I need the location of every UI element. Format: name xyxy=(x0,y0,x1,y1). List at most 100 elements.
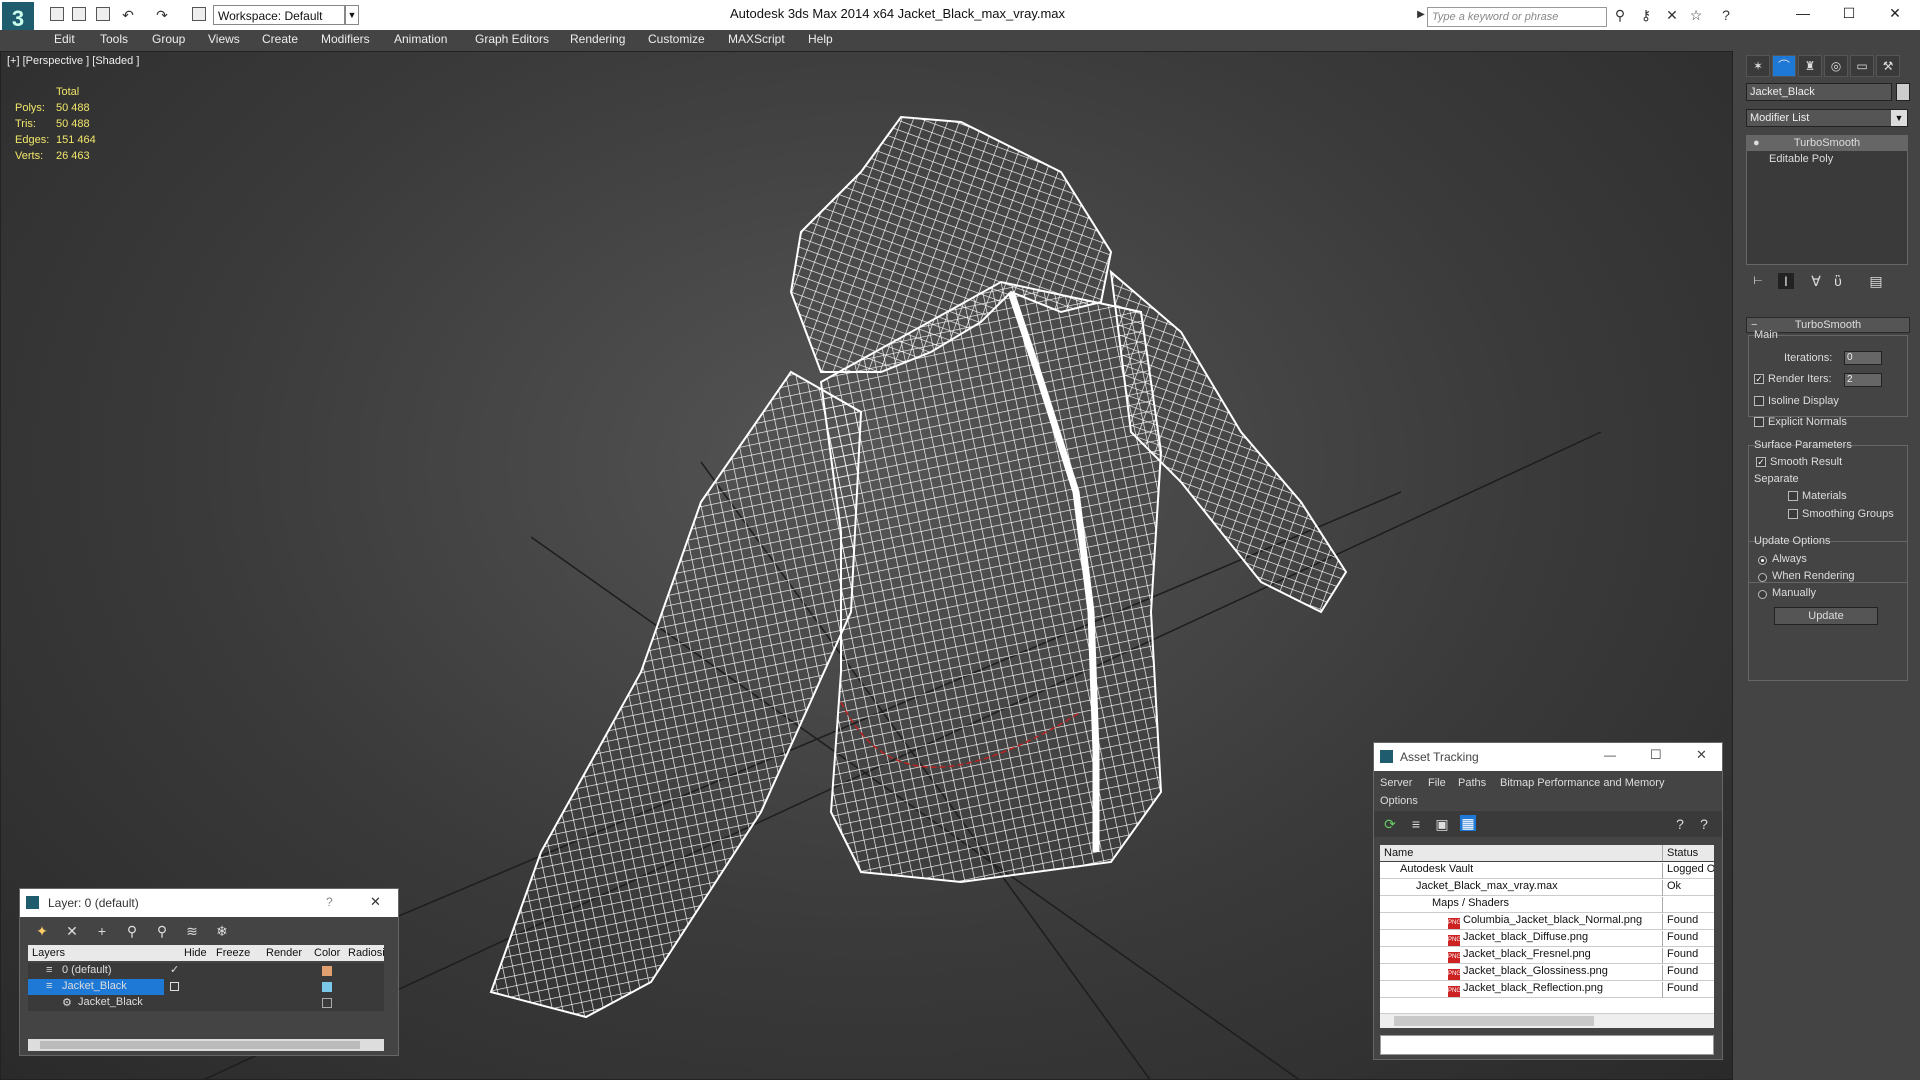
refresh-icon[interactable]: ⟳ xyxy=(1382,816,1398,832)
table-row[interactable]: Autodesk Vault Logged Out xyxy=(1380,862,1714,879)
menu-customize[interactable]: Customize xyxy=(648,32,705,46)
key-icon[interactable]: ⚷ xyxy=(1638,7,1654,23)
render-iters-checkbox[interactable]: ✓ xyxy=(1754,374,1764,384)
layer-row[interactable]: ⚙ Jacket_Black xyxy=(28,995,384,1011)
close-icon[interactable]: ✕ xyxy=(370,894,381,910)
smooth-result-checkbox[interactable]: ✓ xyxy=(1756,457,1766,467)
exchange-icon[interactable]: ✕ xyxy=(1664,7,1680,23)
render-iters-spinner[interactable]: 2 xyxy=(1844,373,1882,387)
asset-menu-file[interactable]: File xyxy=(1428,777,1446,789)
minimize-icon[interactable]: — xyxy=(1780,0,1826,26)
workspace-dropdown[interactable]: Workspace: Default xyxy=(213,5,345,25)
close-icon[interactable]: ✕ xyxy=(1696,747,1707,763)
column-status[interactable]: Status xyxy=(1662,845,1698,861)
pin-stack-icon[interactable]: ⊢ xyxy=(1750,273,1766,289)
close-icon[interactable]: ✕ xyxy=(1872,0,1918,26)
undo-icon[interactable]: ↶ xyxy=(120,7,136,23)
open-file-icon[interactable] xyxy=(72,7,86,21)
always-radio[interactable] xyxy=(1758,556,1767,565)
layer-color-swatch[interactable] xyxy=(322,982,332,992)
asset-path-field[interactable] xyxy=(1380,1035,1714,1055)
search-input[interactable]: Type a keyword or phrase xyxy=(1427,7,1607,27)
current-layer-check-icon[interactable]: ✓ xyxy=(170,963,179,976)
asset-menu-paths[interactable]: Paths xyxy=(1458,777,1486,789)
menu-edit[interactable]: Edit xyxy=(54,32,75,46)
menu-modifiers[interactable]: Modifiers xyxy=(321,32,370,46)
menu-views[interactable]: Views xyxy=(208,32,240,46)
utilities-tab-icon[interactable]: ⚒ xyxy=(1876,55,1900,77)
object-color-swatch[interactable] xyxy=(322,998,332,1008)
column-freeze[interactable]: Freeze xyxy=(216,947,250,959)
explicit-normals-checkbox[interactable] xyxy=(1754,417,1764,427)
chevron-down-icon[interactable]: ▼ xyxy=(1891,110,1907,126)
set-current-box-icon[interactable] xyxy=(170,982,179,991)
highlight-layer-icon[interactable]: ⚲ xyxy=(154,923,170,939)
manually-radio[interactable] xyxy=(1758,590,1767,599)
iterations-spinner[interactable]: 0 xyxy=(1844,351,1882,365)
create-tab-icon[interactable]: ✶ xyxy=(1746,55,1770,77)
layer-color-swatch[interactable] xyxy=(322,966,332,976)
menu-animation[interactable]: Animation xyxy=(394,32,447,46)
column-name[interactable]: Name xyxy=(1384,847,1413,859)
column-layers[interactable]: Layers xyxy=(32,947,65,959)
hide-all-layers-icon[interactable]: ≋ xyxy=(184,923,200,939)
chevron-down-icon[interactable]: ▼ xyxy=(345,5,359,25)
menu-create[interactable]: Create xyxy=(262,32,298,46)
asset-menu-server[interactable]: Server xyxy=(1380,777,1412,789)
light-bulb-icon[interactable]: ● xyxy=(1753,136,1760,151)
menu-help[interactable]: Help xyxy=(808,32,833,46)
asset-menu-bitmap[interactable]: Bitmap Performance and Memory xyxy=(1500,777,1664,789)
redo-icon[interactable]: ↷ xyxy=(154,7,170,23)
add-to-layer-icon[interactable]: + xyxy=(94,923,110,939)
isoline-display-checkbox[interactable] xyxy=(1754,396,1764,406)
smoothing-groups-checkbox[interactable] xyxy=(1788,509,1798,519)
minimize-icon[interactable]: — xyxy=(1604,748,1616,762)
thumbnail-view-icon[interactable]: ▣ xyxy=(1434,816,1450,832)
select-objects-icon[interactable]: ⚲ xyxy=(124,923,140,939)
asset-tracking-titlebar[interactable]: Asset Tracking — ☐ ✕ xyxy=(1374,743,1722,771)
menu-rendering[interactable]: Rendering xyxy=(570,32,625,46)
project-folder-icon[interactable] xyxy=(192,7,206,21)
table-view-icon[interactable]: ▦ xyxy=(1460,815,1476,831)
stack-item-turbosmooth[interactable]: ● TurboSmooth xyxy=(1747,136,1907,151)
table-row[interactable]: Maps / Shaders xyxy=(1380,896,1714,913)
help-icon[interactable]: ? xyxy=(326,895,333,909)
scrollbar-thumb[interactable] xyxy=(1394,1016,1594,1026)
star-icon[interactable]: ☆ xyxy=(1688,7,1704,23)
maximize-icon[interactable]: ☐ xyxy=(1826,0,1872,26)
column-radiosity[interactable]: Radiosi xyxy=(348,947,385,959)
column-color[interactable]: Color xyxy=(314,947,340,959)
display-tab-icon[interactable]: ▭ xyxy=(1850,55,1874,77)
create-layer-icon[interactable]: ✦ xyxy=(34,923,50,939)
help-icon[interactable]: ? xyxy=(1696,816,1712,832)
column-render[interactable]: Render xyxy=(266,947,302,959)
horizontal-scrollbar[interactable] xyxy=(28,1039,384,1051)
make-unique-icon[interactable]: ∀ xyxy=(1808,273,1824,289)
delete-layer-icon[interactable]: ✕ xyxy=(64,923,80,939)
materials-checkbox[interactable] xyxy=(1788,491,1798,501)
menu-graph-editors[interactable]: Graph Editors xyxy=(475,32,549,46)
modifier-list-dropdown[interactable]: Modifier List ▼ xyxy=(1746,109,1908,127)
hierarchy-tab-icon[interactable]: ♜ xyxy=(1798,55,1822,77)
new-file-icon[interactable] xyxy=(50,7,64,21)
configure-sets-icon[interactable]: ▤ xyxy=(1868,273,1884,289)
horizontal-scrollbar[interactable] xyxy=(1380,1013,1714,1028)
motion-tab-icon[interactable]: ◎ xyxy=(1824,55,1848,77)
maximize-icon[interactable]: ☐ xyxy=(1650,747,1662,763)
binoculars-icon[interactable]: ⚲ xyxy=(1612,7,1628,23)
table-row[interactable]: PNG Jacket_black_Fresnel.png Found xyxy=(1380,947,1714,964)
object-name-field[interactable]: Jacket_Black xyxy=(1746,83,1892,101)
vault-help-icon[interactable]: ? xyxy=(1672,816,1688,832)
table-row[interactable]: PNG Columbia_Jacket_black_Normal.png Found xyxy=(1380,913,1714,930)
asset-menu-options[interactable]: Options xyxy=(1380,795,1418,807)
freeze-all-layers-icon[interactable]: ❄ xyxy=(214,923,230,939)
show-end-result-icon[interactable]: I xyxy=(1778,273,1794,289)
update-button[interactable]: Update xyxy=(1774,607,1878,625)
save-file-icon[interactable] xyxy=(96,7,110,21)
scrollbar-thumb[interactable] xyxy=(40,1041,360,1049)
list-view-icon[interactable]: ≡ xyxy=(1408,816,1424,832)
remove-modifier-icon[interactable]: ὓ xyxy=(1830,273,1846,289)
table-row[interactable]: Jacket_Black_max_vray.max Ok xyxy=(1380,879,1714,896)
when-rendering-radio[interactable] xyxy=(1758,573,1767,582)
table-row[interactable]: PNG Jacket_black_Glossiness.png Found xyxy=(1380,964,1714,981)
